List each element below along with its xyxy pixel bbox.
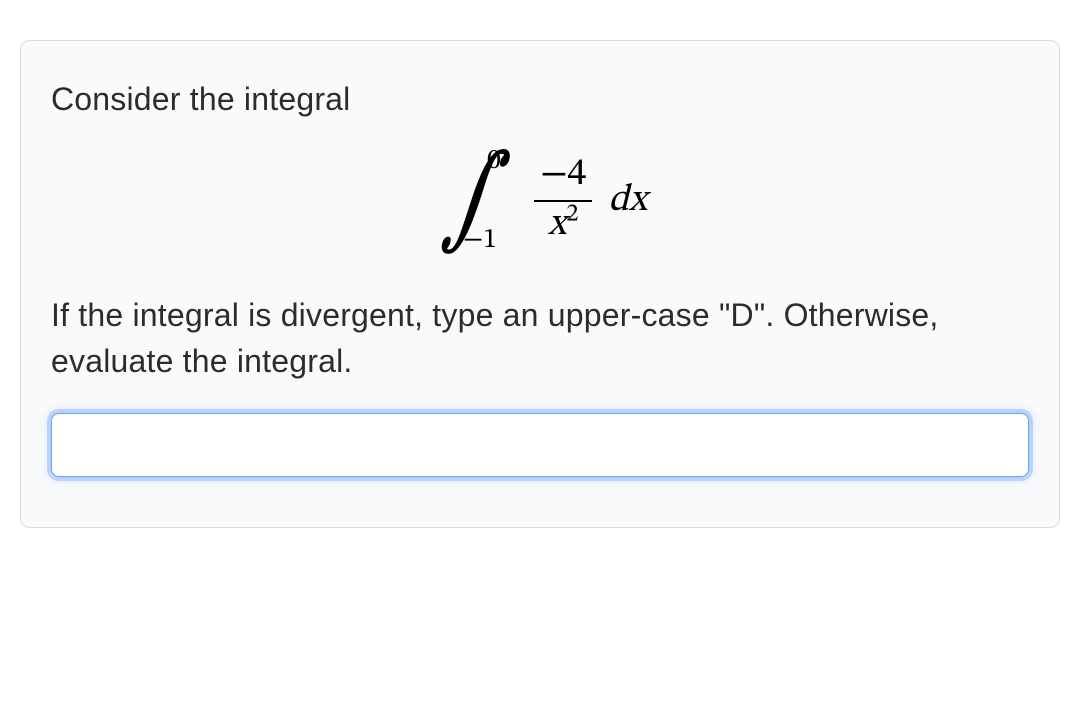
differential: dx: [608, 177, 647, 225]
denominator-exponent: 2: [566, 201, 578, 226]
question-card: Consider the integral ∫ 0 −1 −4 x2 dx If…: [20, 40, 1060, 528]
differential-d: d: [608, 182, 628, 220]
answer-input[interactable]: [51, 413, 1029, 477]
fraction-denominator: x2: [542, 203, 584, 249]
integrand-fraction: −4 x2: [534, 153, 592, 248]
integral-upper-bound: 0: [487, 144, 501, 179]
fraction-bar: [534, 200, 592, 202]
question-instruction: If the integral is divergent, type an up…: [51, 292, 1029, 385]
differential-var: x: [629, 182, 647, 220]
denominator-base: x: [548, 206, 566, 244]
fraction-numerator: −4: [534, 153, 592, 199]
question-intro: Consider the integral: [51, 81, 1029, 118]
integral-sign-wrap: ∫ 0 −1: [433, 146, 508, 256]
integral-expression: ∫ 0 −1 −4 x2 dx: [51, 146, 1029, 256]
integral-lower-bound: −1: [463, 223, 497, 258]
integral-row: ∫ 0 −1 −4 x2 dx: [433, 146, 647, 256]
